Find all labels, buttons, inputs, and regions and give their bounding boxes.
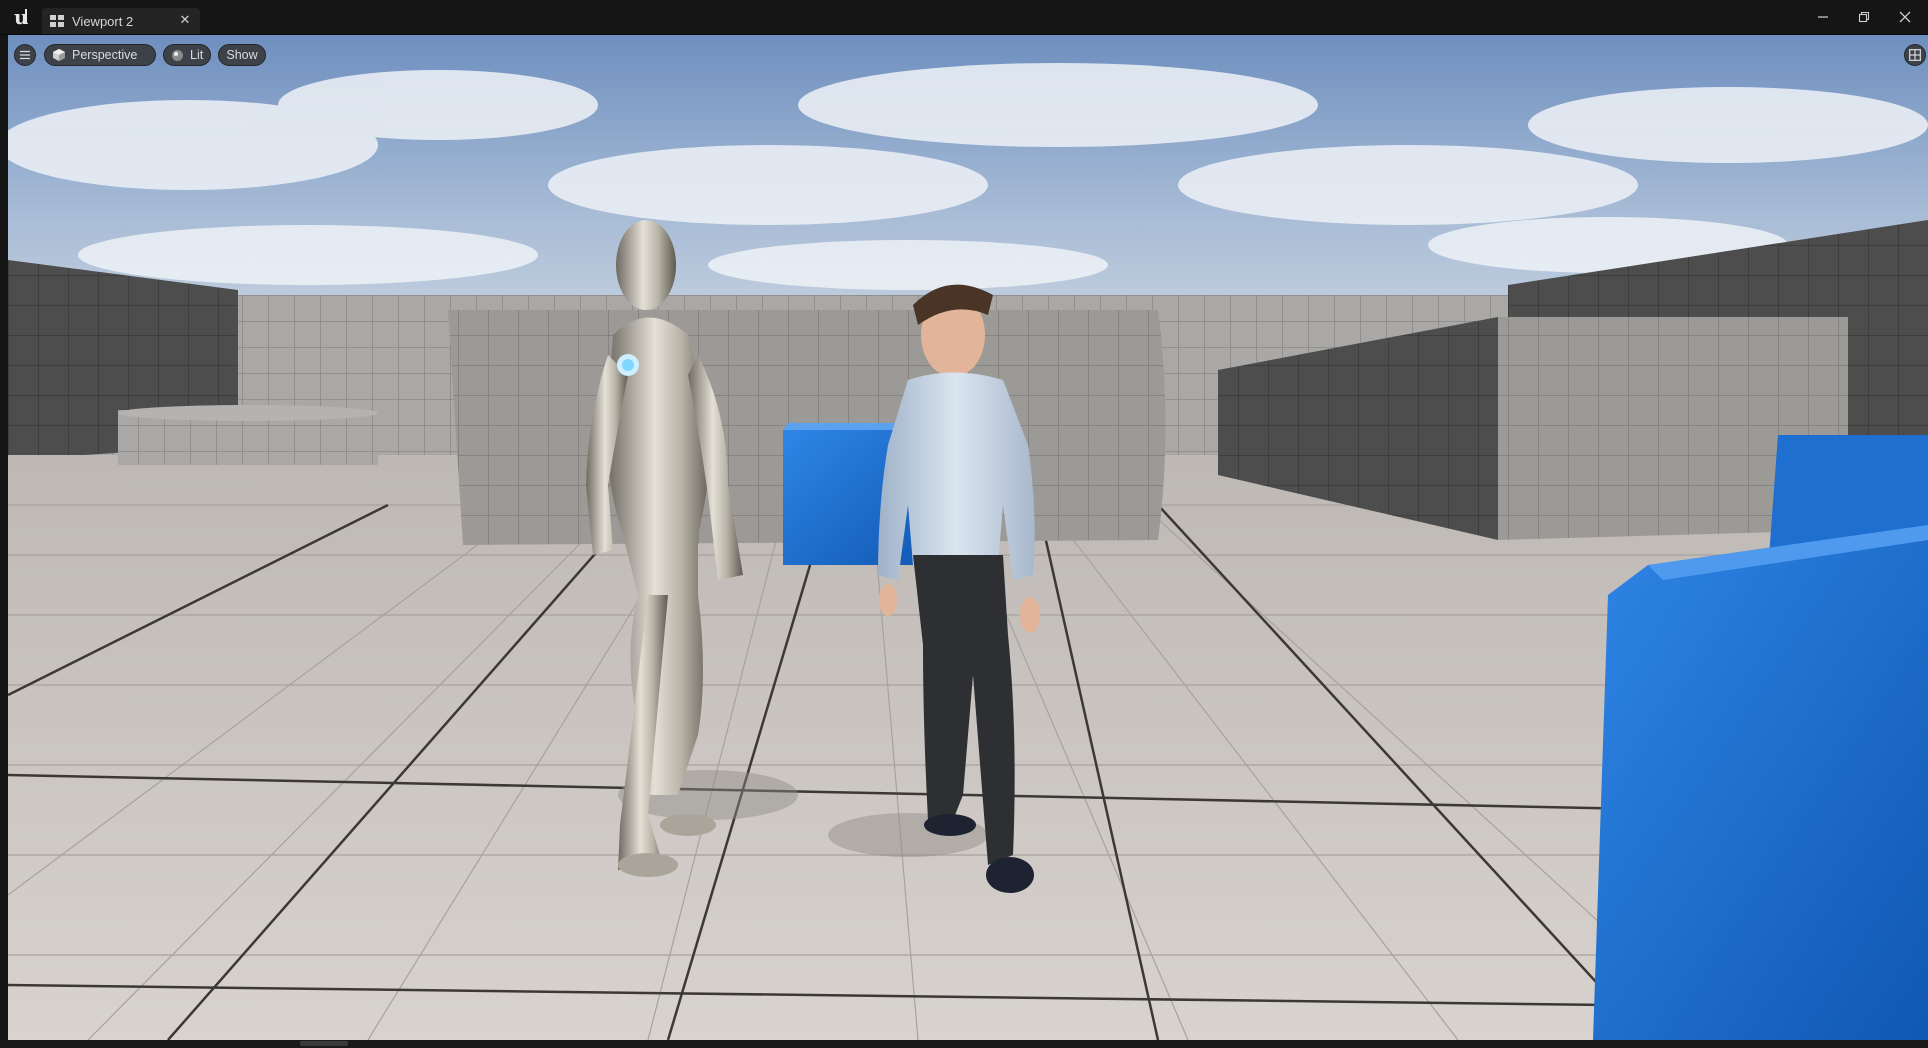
perspective-label: Perspective — [72, 48, 138, 62]
show-flags-button[interactable]: Show — [218, 44, 266, 66]
title-bar: u Viewport 2 ✕ — [0, 0, 1928, 35]
lit-sphere-icon — [172, 49, 183, 61]
level-viewport[interactable]: Perspective Lit Show — [8, 35, 1928, 1040]
cube-view-icon — [53, 49, 65, 61]
restore-icon — [1858, 11, 1870, 23]
hamburger-menu-icon — [20, 50, 30, 60]
tab-viewport-2[interactable]: Viewport 2 ✕ — [42, 8, 200, 34]
unreal-editor-window: u Viewport 2 ✕ Perspective Lit Show — [0, 0, 1928, 1048]
scene-render — [8, 35, 1928, 1040]
show-label: Show — [226, 48, 258, 62]
restore-button[interactable] — [1844, 4, 1884, 30]
tab-close-icon[interactable]: ✕ — [178, 13, 192, 27]
tab-label: Viewport 2 — [72, 13, 134, 29]
status-strip — [0, 1040, 1928, 1048]
minimize-button[interactable] — [1803, 4, 1843, 30]
lit-label: Lit — [190, 48, 204, 62]
viewport-layout-button[interactable] — [1904, 44, 1926, 66]
unreal-logo-icon[interactable]: u — [8, 4, 38, 30]
viewport-layout-icon — [1909, 49, 1921, 61]
lit-view-mode-button[interactable]: Lit — [163, 44, 211, 66]
close-window-button[interactable] — [1885, 4, 1925, 30]
scrollbar-thumb[interactable] — [300, 1041, 348, 1046]
close-icon — [1899, 11, 1911, 23]
viewport-menu-button[interactable] — [14, 44, 36, 66]
minimize-icon — [1818, 16, 1828, 18]
perspective-button[interactable]: Perspective — [44, 44, 156, 66]
viewport-tab-icon — [50, 15, 64, 27]
